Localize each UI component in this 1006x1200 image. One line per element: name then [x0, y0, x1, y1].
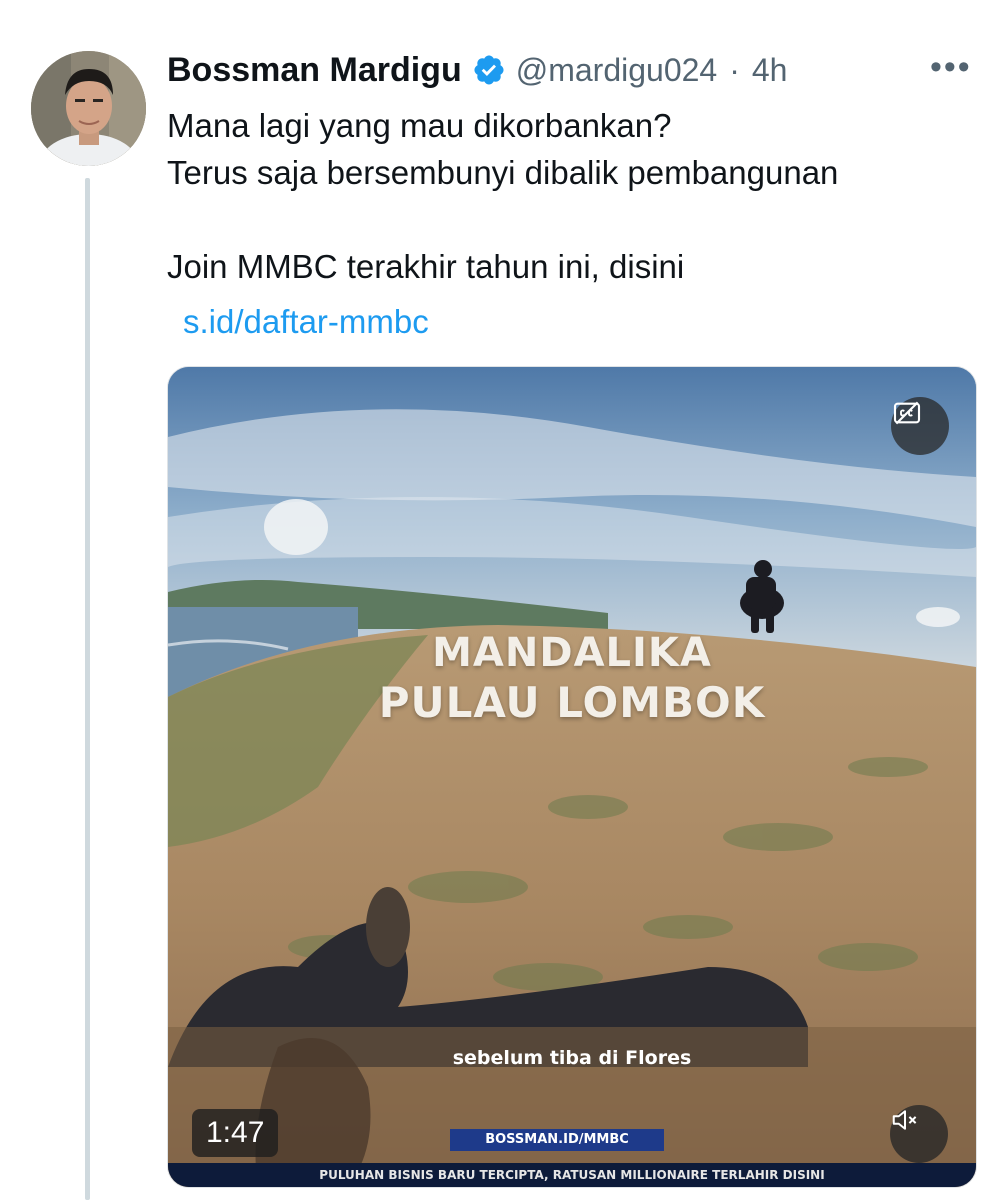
- tweet-text-line: Join MMBC terakhir tahun ini, disini: [167, 248, 685, 285]
- tweet-text-line: Mana lagi yang mau dikorbankan?: [167, 107, 672, 144]
- overlay-line-2: PULAU LOMBOK: [378, 678, 766, 727]
- volume-muted-icon: [892, 1110, 917, 1130]
- video-duration: 1:47: [192, 1109, 279, 1157]
- video-player[interactable]: MANDALIKA PULAU LOMBOK sebelum tiba di F…: [167, 366, 977, 1188]
- video-caption: sebelum tiba di Flores: [452, 1047, 692, 1069]
- author-name[interactable]: Bossman Mardigu: [167, 51, 462, 90]
- closed-captions-off-icon: [893, 401, 921, 425]
- tweet-text: Mana lagi yang mau dikorbankan? Terus sa…: [167, 102, 977, 290]
- more-options-icon[interactable]: •••: [930, 50, 972, 84]
- verified-badge-icon[interactable]: [472, 53, 506, 87]
- video-banner: BOSSMAN.ID/MMBC: [450, 1129, 664, 1151]
- author-avatar[interactable]: [31, 51, 146, 166]
- video-overlay-title: MANDALIKA PULAU LOMBOK: [168, 629, 976, 729]
- tweet-text-line: Terus saja bersembunyi dibalik pembangun…: [167, 154, 839, 191]
- mute-button[interactable]: [890, 1105, 948, 1163]
- tweet-timestamp[interactable]: 4h: [752, 52, 788, 89]
- thread-connector-line: [85, 178, 90, 1200]
- author-handle[interactable]: @mardigu024: [516, 52, 717, 89]
- closed-captions-button[interactable]: [891, 397, 949, 455]
- overlay-line-1: MANDALIKA: [432, 630, 712, 676]
- tweet-link[interactable]: s.id/daftar-mmbc: [183, 303, 429, 341]
- avatar-photo-icon: [31, 51, 146, 166]
- separator-dot: ·: [729, 51, 740, 88]
- tweet-header: Bossman Mardigu @mardigu024 · 4h: [167, 48, 787, 92]
- video-ticker: PULUHAN BISNIS BARU TERCIPTA, RATUSAN MI…: [168, 1163, 976, 1187]
